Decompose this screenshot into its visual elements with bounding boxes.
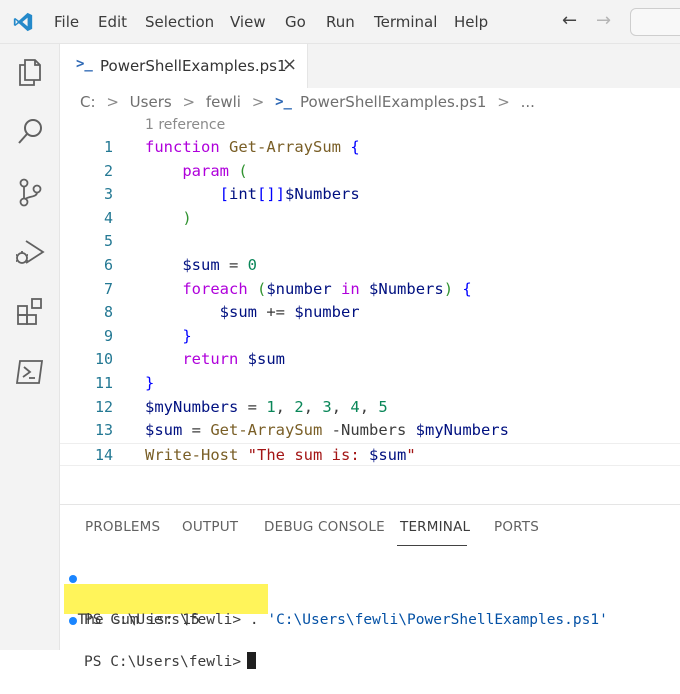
terminal-cursor xyxy=(247,652,257,669)
code-line[interactable]: 11} xyxy=(60,372,680,396)
code-line[interactable]: 3 [int[]]$Numbers xyxy=(60,183,680,207)
code-line[interactable]: 9 } xyxy=(60,325,680,349)
chevron-right-icon: > xyxy=(182,92,196,111)
menu-selection[interactable]: Selection xyxy=(145,12,214,32)
arrow-right-icon[interactable]: → xyxy=(596,11,611,31)
code-editor[interactable]: 1 reference 1 function Get-ArraySum { 2 pa… xyxy=(60,114,680,494)
line-number: 11 xyxy=(94,373,113,392)
line-code: } xyxy=(182,326,192,345)
code-line[interactable]: 5 xyxy=(60,230,680,254)
line-number: 14 xyxy=(94,445,113,464)
chevron-right-icon: > xyxy=(106,92,119,111)
chevron-right-icon: > xyxy=(497,92,510,111)
line-code: $myNumbers = 1, 2, 3, 4, 5 xyxy=(145,397,388,416)
title-bar: File Edit Selection View Go Run Terminal… xyxy=(0,0,680,44)
line-code: Write-Host "The sum is: $sum" xyxy=(145,445,416,464)
line-number: 7 xyxy=(103,279,113,298)
tab-ports[interactable]: PORTS xyxy=(494,519,539,535)
close-icon[interactable]: × xyxy=(282,54,297,75)
code-lines: 1 function Get-ArraySum {2 param (3 [int[… xyxy=(60,136,680,467)
line-code: return $sum xyxy=(182,350,285,369)
source-control-icon[interactable] xyxy=(13,175,47,209)
line-number: 5 xyxy=(103,232,113,251)
breadcrumb-item-fewli[interactable]: fewli xyxy=(206,93,241,111)
command-success-dot-icon xyxy=(69,575,77,583)
breadcrumb-item-drive[interactable]: C: xyxy=(80,93,96,111)
chevron-right-icon: > xyxy=(251,92,265,111)
breadcrumb: C: > Users > fewli > >_ PowerShellExample… xyxy=(80,92,535,114)
terminal-prompt: PS C:\Users\fewli> xyxy=(84,654,242,670)
menu-help[interactable]: Help xyxy=(454,12,488,32)
terminal-line-1: PS C:\Users\fewli> . 'C:\Users\fewli\Pow… xyxy=(60,568,680,628)
line-code: function Get-ArraySum { xyxy=(145,138,360,156)
run-debug-icon[interactable] xyxy=(13,235,47,269)
command-center-search[interactable] xyxy=(630,8,680,36)
command-idle-dot-icon xyxy=(69,617,77,625)
tab-output[interactable]: OUTPUT xyxy=(182,519,238,535)
line-number: 13 xyxy=(94,421,113,440)
code-line[interactable]: 6 $sum = 0 xyxy=(60,254,680,278)
code-line[interactable]: 12 $myNumbers = 1, 2, 3, 4, 5 xyxy=(60,396,680,420)
line-number: 10 xyxy=(94,350,113,369)
tab-debug-console[interactable]: DEBUG CONSOLE xyxy=(264,519,385,535)
line-number: 3 xyxy=(103,185,113,204)
powershell-file-icon: >_ xyxy=(76,56,93,72)
breadcrumb-item-file[interactable]: PowerShellExamples.ps1 xyxy=(300,93,486,111)
terminal-line-3: PS C:\Users\fewli> xyxy=(60,610,680,670)
powershell-file-icon: >_ xyxy=(275,93,292,110)
terminal[interactable]: PS C:\Users\fewli> . 'C:\Users\fewli\Pow… xyxy=(60,568,680,670)
line-number: 2 xyxy=(103,161,113,180)
code-line[interactable]: 7 foreach ($number in $Numbers) { xyxy=(60,278,680,302)
menu-go[interactable]: Go xyxy=(285,12,306,32)
tab-problems[interactable]: PROBLEMS xyxy=(85,519,160,535)
line-code: foreach ($number in $Numbers) { xyxy=(182,279,472,298)
tab-terminal[interactable]: TERMINAL xyxy=(400,519,470,535)
menu-view[interactable]: View xyxy=(230,12,266,32)
terminal-line-2: The sum is: 15 xyxy=(60,589,680,628)
code-line[interactable]: 14 Write-Host "The sum is: $sum" xyxy=(60,442,680,467)
powershell-icon[interactable] xyxy=(13,355,47,389)
line-code: $sum = 0 xyxy=(182,255,257,274)
line-code: $sum += $number xyxy=(219,303,360,322)
arrow-left-icon[interactable]: ← xyxy=(562,11,577,31)
explorer-icon[interactable] xyxy=(13,55,47,89)
line-number: 9 xyxy=(103,326,113,345)
vscode-logo-icon[interactable] xyxy=(12,11,34,33)
codelens-references[interactable]: 1 reference xyxy=(145,117,225,133)
line-number: 4 xyxy=(103,208,113,227)
code-line[interactable]: 4 ) xyxy=(60,207,680,231)
line-code: } xyxy=(145,373,155,392)
code-line[interactable]: 10 return $sum xyxy=(60,348,680,372)
line-number: 1 xyxy=(103,138,113,156)
menu-edit[interactable]: Edit xyxy=(98,12,127,32)
breadcrumb-item-users[interactable]: Users xyxy=(130,93,172,111)
menu-file[interactable]: File xyxy=(54,12,79,32)
code-line[interactable]: 1 function Get-ArraySum { xyxy=(60,136,680,160)
breadcrumb-item-ellipsis[interactable]: ... xyxy=(521,93,535,111)
extensions-icon[interactable] xyxy=(13,295,47,329)
line-number: 12 xyxy=(94,397,113,416)
code-line[interactable]: 8 $sum += $number xyxy=(60,301,680,325)
line-code: param ( xyxy=(182,161,248,180)
code-line[interactable]: 13 $sum = Get-ArraySum -Numbers $myNumber… xyxy=(60,419,680,443)
menu-run[interactable]: Run xyxy=(326,12,355,32)
line-code: [int[]]$Numbers xyxy=(219,185,360,204)
search-icon[interactable] xyxy=(13,115,47,149)
line-code: ) xyxy=(182,208,192,227)
active-tab-indicator xyxy=(397,545,467,546)
code-line[interactable]: 2 param ( xyxy=(60,160,680,184)
line-code: $sum = Get-ArraySum -Numbers $myNumbers xyxy=(145,421,509,440)
line-number: 8 xyxy=(103,303,113,322)
editor-tab-bar: >_ PowerShellExamples.ps1 × xyxy=(60,44,680,88)
tab-label: PowerShellExamples.ps1 xyxy=(100,57,287,75)
line-number: 6 xyxy=(103,255,113,274)
menu-terminal[interactable]: Terminal xyxy=(374,12,437,32)
activity-bar xyxy=(0,44,60,650)
tab-powershellexamples[interactable]: >_ PowerShellExamples.ps1 × xyxy=(60,44,308,88)
